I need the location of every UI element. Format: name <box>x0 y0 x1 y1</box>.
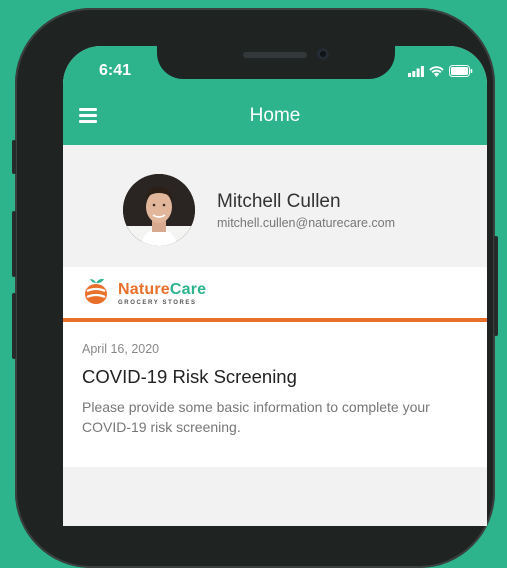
profile-header: Mitchell Cullen mitchell.cullen@natureca… <box>63 145 487 265</box>
phone-power-button <box>494 236 498 336</box>
brand-name: NatureCare <box>118 281 206 299</box>
screening-card[interactable]: NatureCare GROCERY STORES April 16, 2020… <box>63 267 487 467</box>
app-bar: 6:41 Home <box>63 46 487 145</box>
user-name: Mitchell Cullen <box>217 191 341 212</box>
phone-volume-down-button <box>12 293 16 359</box>
naturecare-logo <box>85 278 107 304</box>
status-time: 6:41 <box>99 62 132 79</box>
card-date: April 16, 2020 <box>82 342 160 356</box>
brand-name-part2: Care <box>169 281 207 298</box>
brand-name-part1: Nature <box>118 281 170 298</box>
battery-icon <box>449 65 473 77</box>
phone-side-button <box>12 140 16 174</box>
card-title[interactable]: COVID-19 Risk Screening <box>82 366 297 388</box>
brand-tagline: GROCERY STORES <box>118 300 197 306</box>
card-description: Please provide some basic information to… <box>82 399 430 435</box>
page-title: Home <box>249 105 301 126</box>
wifi-icon <box>429 65 444 77</box>
user-email: mitchell.cullen@naturecare.com <box>217 216 396 230</box>
cellular-signal-icon <box>408 65 424 77</box>
phone-volume-up-button <box>12 211 16 277</box>
app-screen: 6:41 Home Mitchell Cullen mitchell.culle… <box>63 46 487 526</box>
phone-notch <box>157 46 395 79</box>
status-icons <box>408 64 473 78</box>
avatar <box>123 174 195 246</box>
phone-frame: 6:41 Home Mitchell Cullen mitchell.culle… <box>12 8 498 568</box>
brand-header: NatureCare GROCERY STORES <box>63 267 487 322</box>
speaker-grille <box>243 52 307 58</box>
front-camera <box>317 48 329 60</box>
